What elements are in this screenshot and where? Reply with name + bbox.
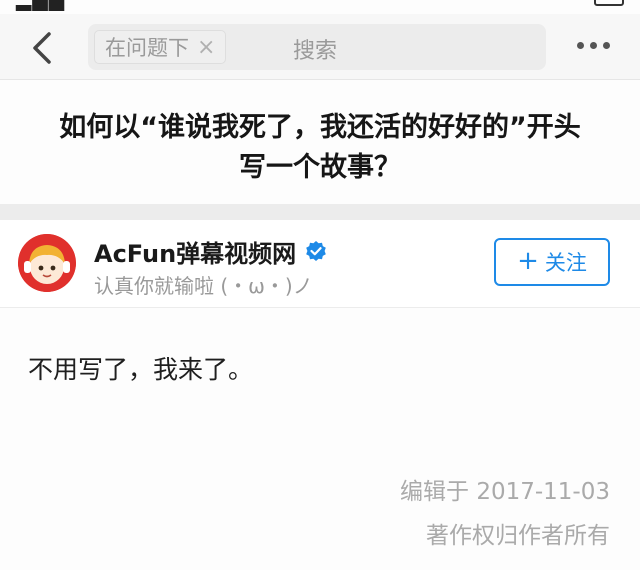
author-row: AcFun弹幕视频网 认真你就输啦 (・ω・)ノ + 关注 xyxy=(0,220,640,308)
author-bio: 认真你就输啦 (・ω・)ノ xyxy=(94,274,313,298)
more-dot-icon xyxy=(577,42,584,49)
avatar[interactable] xyxy=(18,234,76,292)
answer-page: ▂▄▆ 在问题下 × 搜索 如何以“谁说我死了，我还活的好好的”开头 写一个故事… xyxy=(0,0,640,570)
chevron-left-icon xyxy=(33,32,51,64)
search-box[interactable]: 在问题下 × 搜索 xyxy=(88,24,546,70)
more-button[interactable] xyxy=(577,42,610,49)
author-name-text: AcFun弹幕视频网 xyxy=(94,240,297,268)
status-right xyxy=(594,0,624,6)
status-bar: ▂▄▆ xyxy=(0,0,640,12)
top-nav: 在问题下 × 搜索 xyxy=(0,14,640,80)
answer-content: 不用写了，我来了。 xyxy=(28,355,254,384)
back-button[interactable] xyxy=(22,28,62,68)
more-dot-icon xyxy=(590,42,597,49)
verified-badge-icon xyxy=(306,240,326,261)
scope-chip-label: 在问题下 xyxy=(105,36,189,60)
edit-date: 编辑于 2017-11-03 xyxy=(400,479,610,505)
question-title[interactable]: 如何以“谁说我死了，我还活的好好的”开头 写一个故事？ xyxy=(0,108,640,188)
search-placeholder: 搜索 xyxy=(293,39,338,64)
question-title-line: 如何以“谁说我死了，我还活的好好的”开头 xyxy=(59,112,581,143)
signal-icon: ▂▄▆ xyxy=(16,0,65,11)
search-scope-chip[interactable]: 在问题下 × xyxy=(94,30,227,64)
copyright-notice: 著作权归作者所有 xyxy=(426,523,610,549)
follow-button-label: 关注 xyxy=(544,251,587,275)
more-dot-icon xyxy=(603,42,610,49)
close-icon[interactable]: × xyxy=(197,35,215,60)
author-name[interactable]: AcFun弹幕视频网 xyxy=(94,234,328,269)
acfun-mascot-icon xyxy=(18,234,76,292)
plus-icon: + xyxy=(517,246,539,276)
follow-button[interactable]: + 关注 xyxy=(494,238,610,286)
section-divider xyxy=(0,204,640,220)
battery-icon xyxy=(594,0,624,6)
question-title-line: 写一个故事？ xyxy=(239,152,401,183)
